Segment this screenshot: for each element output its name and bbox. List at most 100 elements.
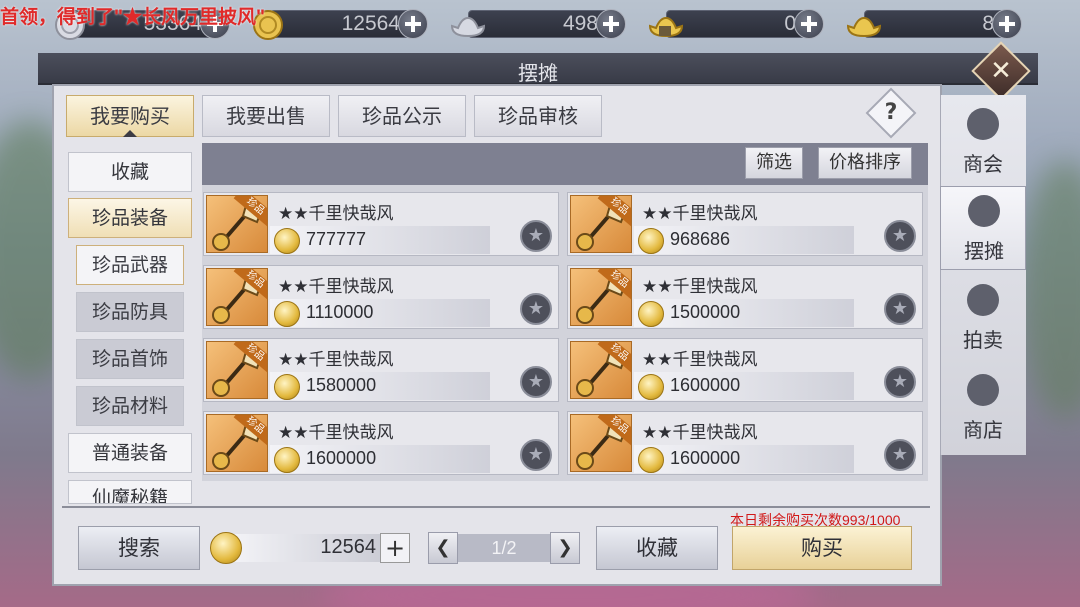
item-price: 1600000 (670, 375, 741, 395)
favorite-star-icon[interactable]: ★ (520, 220, 552, 252)
favorite-star-icon[interactable]: ★ (520, 439, 552, 471)
divider (62, 506, 930, 508)
currency-value: 498 (562, 12, 598, 35)
tab-sell[interactable]: 我要出售 (202, 95, 330, 137)
gold-coin-icon (274, 374, 300, 400)
favorite-star-icon[interactable]: ★ (520, 366, 552, 398)
price-bar (634, 445, 854, 473)
shop-icon (967, 374, 999, 406)
price-bar (270, 372, 490, 400)
favorite-star-icon[interactable]: ★ (520, 293, 552, 325)
gold-coin-icon (274, 447, 300, 473)
favorite-star-icon[interactable]: ★ (884, 439, 916, 471)
tab-rare-review[interactable]: 珍品审核 (474, 95, 602, 137)
item-name: ★★千里快哉风 (642, 204, 758, 224)
currency-value: 0 (784, 12, 796, 35)
item-name: ★★千里快哉风 (642, 277, 758, 297)
search-button[interactable]: 搜索 (78, 526, 200, 570)
gold-ingot-icon (844, 6, 884, 42)
subcategory-rare-weapon[interactable]: 珍品武器 (76, 245, 184, 285)
currency-gold-coin: 12564 (250, 6, 435, 42)
add-gold-button[interactable]: + (380, 533, 410, 563)
pagination: ❮ 1/2 ❯ (428, 532, 580, 564)
background-foliage-right (1020, 160, 1080, 420)
stall-bag-icon (968, 195, 1000, 227)
subcategory-rare-jewelry[interactable]: 珍品首饰 (76, 339, 184, 379)
subcategory-rare-material[interactable]: 珍品材料 (76, 386, 184, 426)
buy-button[interactable]: 购买 (732, 526, 912, 570)
currency-value: 12564 (341, 12, 400, 35)
weapon-icon: 珍品 (206, 414, 268, 472)
tab-buy[interactable]: 我要购买 (66, 95, 194, 137)
weapon-icon: 珍品 (570, 195, 632, 253)
nav-guild[interactable]: 商会 (940, 100, 1026, 184)
system-notice: 首领，得到了"★长风万里披风" (0, 7, 266, 28)
item-card[interactable]: 珍品 ★★千里快哉风 968686 ★ (567, 192, 923, 256)
item-card[interactable]: 珍品 ★★千里快哉风 777777 ★ (203, 192, 559, 256)
weapon-icon: 珍品 (206, 195, 268, 253)
category-secret-books[interactable]: 仙魔秘籍 (68, 480, 192, 504)
gold-balance: 12564 + (210, 532, 410, 564)
category-favorites[interactable]: 收藏 (68, 152, 192, 192)
close-icon: ✕ (990, 56, 1012, 86)
gold-coin-icon (638, 374, 664, 400)
subcategory-rare-armor[interactable]: 珍品防具 (76, 292, 184, 332)
item-price: 1600000 (670, 448, 741, 468)
tab-rare-announce[interactable]: 珍品公示 (338, 95, 466, 137)
add-currency-button[interactable] (596, 9, 626, 39)
prev-page-button[interactable]: ❮ (428, 532, 458, 564)
category-normal-equipment[interactable]: 普通装备 (68, 433, 192, 473)
favorite-star-icon[interactable]: ★ (884, 220, 916, 252)
favorite-star-icon[interactable]: ★ (884, 366, 916, 398)
item-card[interactable]: 珍品 ★★千里快哉风 1600000 ★ (203, 411, 559, 475)
add-currency-button[interactable] (398, 9, 428, 39)
item-card[interactable]: 珍品 ★★千里快哉风 1580000 ★ (203, 338, 559, 402)
weapon-icon: 珍品 (570, 414, 632, 472)
nav-label: 商店 (963, 418, 1003, 442)
item-name: ★★千里快哉风 (278, 423, 394, 443)
gold-coin-icon (638, 301, 664, 327)
item-name: ★★千里快哉风 (278, 277, 394, 297)
item-name: ★★千里快哉风 (642, 350, 758, 370)
window-title: 摆摊 (518, 61, 558, 85)
gold-coin-icon (638, 447, 664, 473)
silver-ingot-icon (448, 6, 488, 42)
item-price: 777777 (306, 229, 367, 249)
price-bar (634, 372, 854, 400)
sort-price-button[interactable]: 价格排序 (818, 147, 912, 179)
weapon-icon: 珍品 (206, 341, 268, 399)
item-price: 1580000 (306, 375, 377, 395)
window-title-bar: 摆摊 (38, 53, 1038, 85)
gold-coin-icon (274, 228, 300, 254)
item-card[interactable]: 珍品 ★★千里快哉风 1500000 ★ (567, 265, 923, 329)
category-rare-equipment[interactable]: 珍品装备 (68, 198, 192, 238)
gold-value: 12564 (320, 536, 376, 558)
close-button[interactable]: ✕ (971, 41, 1031, 101)
next-page-button[interactable]: ❯ (550, 532, 580, 564)
filter-button[interactable]: 筛选 (745, 147, 803, 179)
nav-stall[interactable]: 摆摊 (940, 186, 1026, 270)
gold-coin-icon (274, 301, 300, 327)
weapon-icon: 珍品 (570, 268, 632, 326)
nav-shop[interactable]: 商店 (940, 366, 1026, 450)
favorite-button[interactable]: 收藏 (596, 526, 718, 570)
currency-locked-gold-ingot: 0 (646, 6, 831, 42)
item-price: 968686 (670, 229, 731, 249)
item-card[interactable]: 珍品 ★★千里快哉风 1110000 ★ (203, 265, 559, 329)
question-icon: ? (884, 100, 898, 125)
nav-auction[interactable]: 拍卖 (940, 276, 1026, 360)
nav-label: 拍卖 (963, 328, 1003, 352)
page-indicator: 1/2 (458, 534, 550, 562)
price-bar (270, 226, 490, 254)
item-card[interactable]: 珍品 ★★千里快哉风 1600000 ★ (567, 411, 923, 475)
gold-coin-icon (638, 228, 664, 254)
nav-label: 商会 (963, 152, 1003, 176)
price-bar (634, 299, 854, 327)
item-name: ★★千里快哉风 (278, 204, 394, 224)
favorite-star-icon[interactable]: ★ (884, 293, 916, 325)
weapon-icon: 珍品 (570, 341, 632, 399)
add-currency-button[interactable] (992, 9, 1022, 39)
item-card[interactable]: 珍品 ★★千里快哉风 1600000 ★ (567, 338, 923, 402)
item-price: 1600000 (306, 448, 377, 468)
add-currency-button[interactable] (794, 9, 824, 39)
